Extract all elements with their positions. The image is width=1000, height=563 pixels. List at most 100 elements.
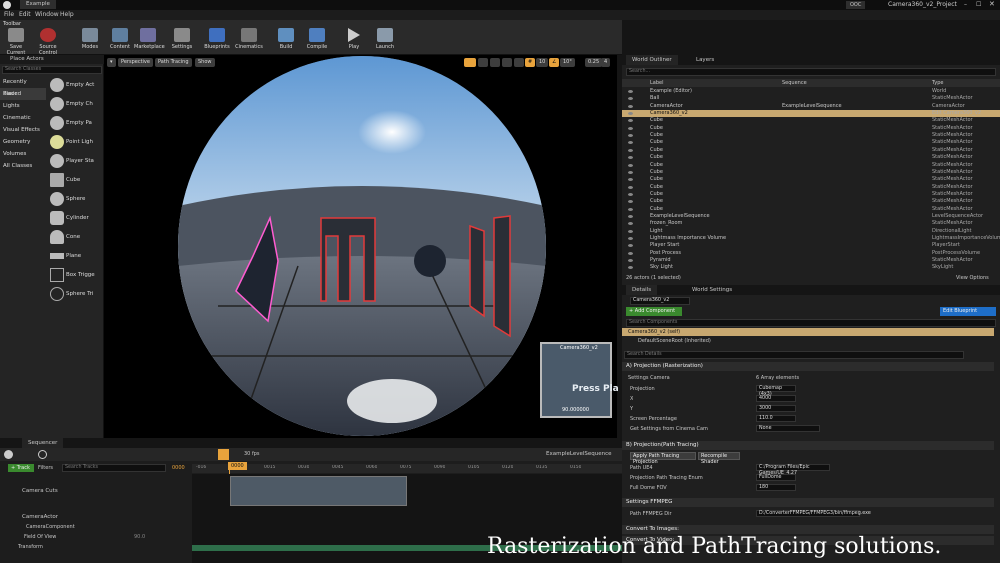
col-label[interactable]: Label	[650, 79, 664, 87]
actor-empty-pawn[interactable]: Empty Pa	[48, 115, 100, 133]
get-settings-select[interactable]: None	[756, 425, 820, 432]
tab-sequencer[interactable]: Sequencer	[22, 438, 64, 448]
outliner-row[interactable]: Lightmass Importance Volume LightmassImpo…	[622, 235, 1000, 242]
track-field-of-view[interactable]: Field Of View	[24, 534, 56, 540]
visibility-eye-icon[interactable]	[628, 126, 633, 130]
maximize-icon[interactable]: ☐	[976, 1, 981, 8]
y-input[interactable]: 3000	[756, 405, 796, 412]
visibility-eye-icon[interactable]	[628, 156, 633, 160]
add-track-button[interactable]: + Track	[8, 464, 34, 472]
outliner-row[interactable]: Cube StaticMeshActor	[622, 132, 1000, 139]
pt-enum-select[interactable]: FullDome	[756, 474, 796, 481]
visibility-eye-icon[interactable]	[628, 185, 633, 189]
translate-icon[interactable]	[464, 58, 476, 67]
component-root-row[interactable]: DefaultSceneRoot (Inherited)	[622, 337, 994, 345]
tab-details[interactable]: Details	[626, 285, 658, 295]
compile-button[interactable]: Compile	[303, 28, 331, 54]
path-tracing-button[interactable]: Path Tracing	[155, 58, 192, 67]
rotate-icon[interactable]	[478, 58, 488, 67]
outliner-row[interactable]: CameraActor ExampleLevelSequence CameraAct…	[622, 103, 1000, 110]
visibility-eye-icon[interactable]	[628, 90, 633, 93]
show-button[interactable]: Show	[195, 58, 215, 67]
col-sequence[interactable]: Sequence	[782, 79, 807, 87]
track-camera-cuts[interactable]: Camera Cuts	[22, 488, 58, 494]
tab-layers[interactable]: Layers	[690, 55, 720, 65]
section-projection-path-tracing[interactable]: B) Projection(Path Tracing)	[622, 441, 994, 450]
grid-snap-value[interactable]: 10	[536, 58, 549, 67]
marketplace-button[interactable]: Marketplace	[134, 28, 165, 54]
category-geometry[interactable]: Geometry	[0, 136, 46, 148]
timeline-ruler[interactable]: -016 0000 0015 0030 0045 0060 0075 0090 0105 0120…	[192, 464, 622, 473]
view-options-button[interactable]: View Options	[956, 275, 989, 281]
edit-blueprint-button[interactable]: Edit Blueprint	[940, 307, 996, 316]
visibility-eye-icon[interactable]	[628, 112, 633, 116]
path-ue4-input[interactable]: C:/Program Files/Epic Games/UE_4.27	[756, 464, 830, 476]
modes-button[interactable]: Modes	[76, 28, 104, 54]
menu-file[interactable]: File	[4, 11, 14, 18]
outliner-row[interactable]: Cube StaticMeshActor	[622, 139, 1000, 146]
outliner-row[interactable]: Cube StaticMeshActor	[622, 184, 1000, 191]
outliner-row[interactable]: Cube StaticMeshActor	[622, 191, 1000, 198]
tab-world-outliner[interactable]: World Outliner	[626, 55, 678, 65]
visibility-eye-icon[interactable]	[628, 207, 633, 211]
outliner-row[interactable]: Ball StaticMeshActor	[622, 95, 1000, 102]
visibility-eye-icon[interactable]	[628, 266, 633, 270]
filters-button[interactable]: Filters	[38, 465, 53, 471]
outliner-row[interactable]: Light DirectionalLight	[622, 228, 1000, 235]
actor-cube[interactable]: Cube	[48, 172, 100, 190]
actor-player-start[interactable]: Player Sta	[48, 153, 100, 171]
outliner-row[interactable]: Player Start PlayerStart	[622, 242, 1000, 249]
visibility-eye-icon[interactable]	[628, 104, 633, 108]
section-projection-rasterization[interactable]: A) Projection (Rasterization)	[622, 362, 994, 371]
play-button[interactable]: Play	[340, 28, 368, 54]
settings-button[interactable]: Settings	[168, 28, 196, 54]
visibility-eye-icon[interactable]	[628, 148, 633, 152]
build-button[interactable]: Build	[272, 28, 300, 54]
camera-cut-section[interactable]	[230, 476, 407, 506]
actor-sphere[interactable]: Sphere	[48, 191, 100, 209]
projection-select[interactable]: Cubemap (4x3)	[756, 385, 796, 397]
visibility-eye-icon[interactable]	[628, 170, 633, 174]
ffmpeg-dir-input[interactable]: D:/ConverterFFMPEG/FFMPEG3/bin/ffmpeg.ex…	[756, 510, 871, 517]
save-current-button[interactable]: Save Current	[2, 28, 30, 56]
section-convert-to-images[interactable]: Convert To Images:	[622, 525, 994, 534]
menu-window[interactable]: Window	[35, 11, 59, 18]
visibility-eye-icon[interactable]	[628, 237, 633, 240]
current-frame-field[interactable]: 0000	[172, 465, 185, 471]
search-components-input[interactable]: Search Components	[626, 319, 996, 327]
outliner-row[interactable]: frozen_Room StaticMeshActor	[622, 220, 1000, 227]
visibility-eye-icon[interactable]	[628, 141, 633, 145]
visibility-eye-icon[interactable]	[628, 222, 633, 226]
recompile-shader-button[interactable]: Recompile Shader	[698, 452, 740, 465]
outliner-row[interactable]: ExampleLevelSequence LevelSequenceActor	[622, 213, 1000, 220]
section-settings-ffmpeg[interactable]: Settings FFMPEG	[622, 498, 994, 507]
screen-percentage-input[interactable]: 110.0	[756, 415, 796, 422]
actor-cylinder[interactable]: Cylinder	[48, 210, 100, 228]
visibility-eye-icon[interactable]	[628, 214, 633, 218]
minimize-icon[interactable]: –	[964, 1, 967, 8]
outliner-row[interactable]: Example (Editor) World	[622, 88, 1000, 95]
perspective-button[interactable]: Perspective	[118, 58, 153, 67]
actor-cone[interactable]: Cone	[48, 229, 100, 247]
outliner-row[interactable]: Cube StaticMeshActor	[622, 169, 1000, 176]
playhead-marker[interactable]: 0000	[228, 462, 247, 470]
category-recently-placed[interactable]: Recently Placed	[0, 76, 46, 97]
search-classes-input[interactable]: Search Classes	[2, 66, 102, 74]
visibility-eye-icon[interactable]	[628, 134, 633, 138]
outliner-row[interactable]: Post Process PostProcessVolume	[622, 250, 1000, 257]
menu-help[interactable]: Help	[60, 11, 74, 18]
rotation-snap-icon[interactable]: ∠	[549, 58, 559, 67]
outliner-row[interactable]: Cube StaticMeshActor	[622, 176, 1000, 183]
camera-speed-value[interactable]: 4	[601, 58, 611, 67]
cinematics-button[interactable]: Cinematics	[235, 28, 263, 54]
viewport-options-button[interactable]: ▾	[107, 58, 116, 67]
category-all-classes[interactable]: All Classes	[0, 160, 46, 172]
category-basic[interactable]: Basic	[0, 88, 46, 100]
outliner-row[interactable]: Pyramid StaticMeshActor	[622, 257, 1000, 264]
col-type[interactable]: Type	[932, 79, 943, 87]
source-control-button[interactable]: Source Control	[34, 28, 62, 56]
category-volumes[interactable]: Volumes	[0, 148, 46, 160]
apply-path-tracing-button[interactable]: Apply Path Tracing Projection	[630, 452, 696, 465]
full-dome-fov-input[interactable]: 180	[756, 484, 796, 491]
scale-icon[interactable]	[490, 58, 500, 67]
